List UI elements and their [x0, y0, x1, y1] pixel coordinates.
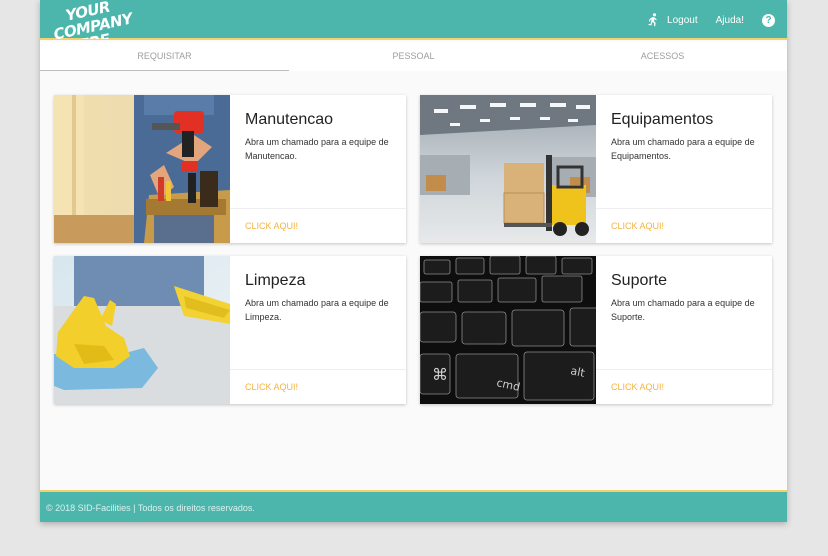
tab-acessos[interactable]: Acessos	[538, 42, 787, 71]
help-link[interactable]: Ajuda!	[716, 15, 744, 26]
card-content: Suporte Abra um chamado para a equipe de…	[596, 256, 772, 404]
click-here-button[interactable]: Click aqui!	[245, 382, 298, 392]
running-person-icon	[648, 13, 657, 27]
company-logo[interactable]: YOUR COMPANY HERE	[52, 1, 142, 39]
click-here-button[interactable]: Click aqui!	[611, 382, 664, 392]
card-content: Limpeza Abra um chamado para a equipe de…	[230, 256, 406, 404]
card-action-bar: Click aqui!	[230, 369, 406, 404]
card-content: Equipamentos Abra um chamado para a equi…	[596, 95, 772, 243]
top-header: YOUR COMPANY HERE Logout Ajuda! ?	[40, 0, 787, 40]
cleaning-glove-image	[54, 256, 230, 404]
help-label: Ajuda!	[715, 14, 744, 26]
card-description: Abra um chamado para a equipe de Limpeza…	[245, 298, 389, 322]
click-here-button[interactable]: Click aqui!	[245, 221, 298, 231]
app-window: YOUR COMPANY HERE Logout Ajuda! ? Requis…	[40, 0, 787, 522]
card-content: Manutencao Abra um chamado para a equipe…	[230, 95, 406, 243]
tab-pessoal[interactable]: Pessoal	[289, 42, 538, 71]
card-description: Abra um chamado para a equipe de Equipam…	[611, 137, 755, 161]
card-title: Suporte	[611, 272, 668, 289]
card-suporte: cmd alt ⌘ Suporte Abra um chamado para a…	[420, 256, 772, 404]
click-here-button[interactable]: Click aqui!	[611, 221, 664, 231]
forklift-warehouse-image	[420, 95, 596, 243]
card-title: Manutencao	[245, 111, 334, 128]
tab-requisitar[interactable]: Requisitar	[40, 42, 289, 71]
page-footer: © 2018 SID-Facilities | Todos os direito…	[40, 490, 787, 522]
tab-bar: Requisitar Pessoal Acessos	[40, 42, 787, 71]
copyright-text: © 2018 SID-Facilities | Todos os direito…	[46, 503, 255, 513]
card-title: Limpeza	[245, 272, 306, 289]
card-limpeza: Limpeza Abra um chamado para a equipe de…	[54, 256, 406, 404]
repairman-image	[54, 95, 230, 243]
card-description: Abra um chamado para a equipe de Suporte…	[611, 298, 755, 322]
card-action-bar: Click aqui!	[230, 208, 406, 243]
card-manutencao: Manutencao Abra um chamado para a equipe…	[54, 95, 406, 243]
logout-label: Logout	[667, 14, 698, 26]
svg-text:⌘: ⌘	[432, 365, 448, 384]
logout-button[interactable]: Logout	[647, 13, 698, 27]
header-actions: Logout Ajuda! ?	[647, 0, 787, 40]
card-title: Equipamentos	[611, 111, 714, 128]
card-action-bar: Click aqui!	[596, 369, 772, 404]
keyboard-image: cmd alt ⌘	[420, 256, 596, 404]
help-question-icon[interactable]: ?	[762, 13, 775, 27]
card-equipamentos: Equipamentos Abra um chamado para a equi…	[420, 95, 772, 243]
card-action-bar: Click aqui!	[596, 208, 772, 243]
card-description: Abra um chamado para a equipe de Manuten…	[245, 137, 389, 161]
